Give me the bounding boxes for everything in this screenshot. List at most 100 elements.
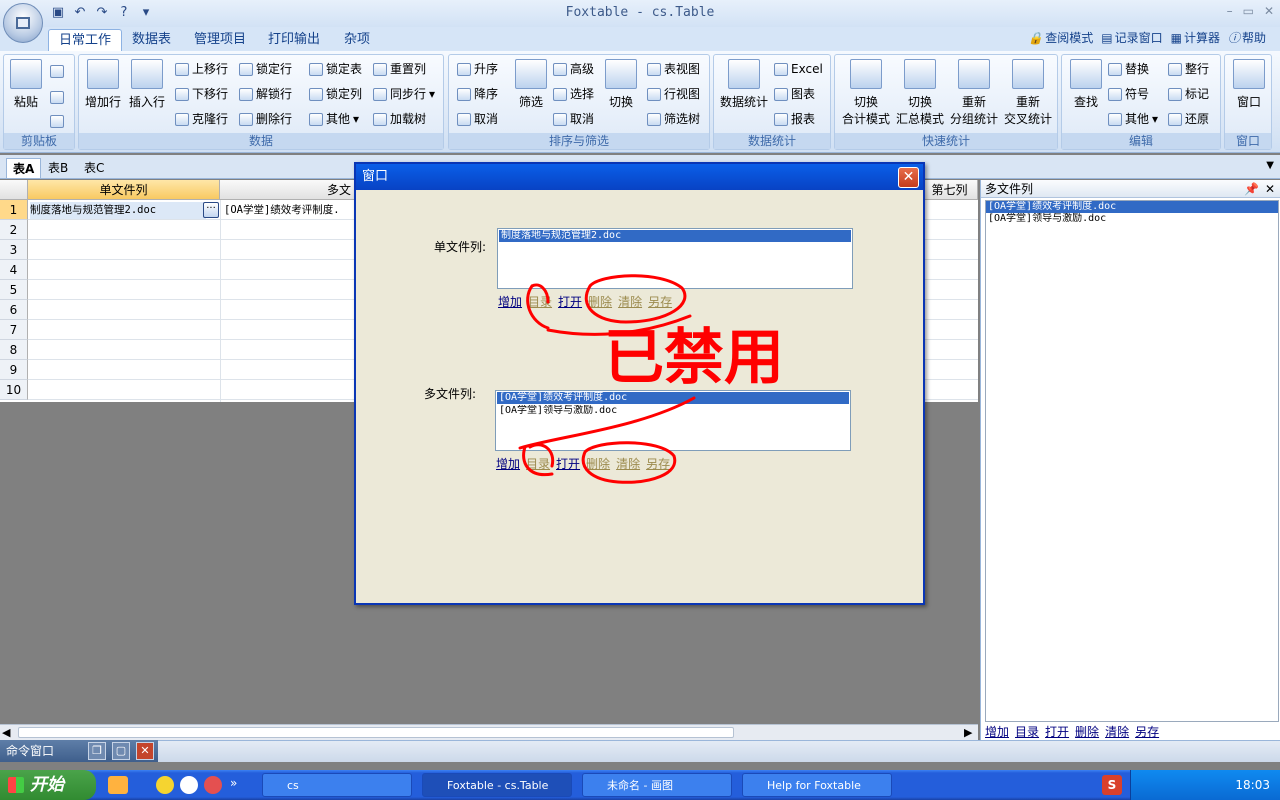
row-header[interactable]: 1 [0,200,28,220]
report-button[interactable]: 报表 [774,109,815,129]
filter-tree-button[interactable]: 筛选树 [647,109,700,129]
list-item[interactable]: 制度落地与规范管理2.doc [499,230,851,242]
row-view-button[interactable]: 行视图 [647,84,700,104]
list-item[interactable]: [OA学堂]绩效考评制度.doc [497,392,849,404]
scroll-left-icon[interactable]: ◀ [2,726,10,739]
taskbar-item[interactable]: Foxtable - cs.Table [422,773,572,797]
regroup-stats-button[interactable]: 重新 分组统计 [947,59,1001,127]
sheet-tab-c[interactable]: 表C [78,158,110,178]
close-window-icon[interactable]: ✕ [1264,4,1274,18]
row-header[interactable]: 4 [0,260,28,280]
close-panel-icon[interactable]: ✕ [1265,180,1275,198]
replace-button[interactable]: 替换 [1108,59,1149,79]
cell-multi-file[interactable]: [OA学堂]绩效考评制度. [224,202,354,219]
clear-link[interactable]: 清除 [1105,723,1129,740]
expand-icon[interactable]: » [230,776,237,790]
insert-row-button[interactable]: 插入行 [125,59,169,110]
list-item[interactable]: [OA学堂]领导与激励.doc [497,405,849,417]
filter-button[interactable]: 筛选 [511,59,551,110]
tab-misc[interactable]: 杂项 [334,29,380,51]
cut-button[interactable] [50,87,64,107]
tab-manage-project[interactable]: 管理项目 [184,29,256,51]
copy-button[interactable] [50,61,64,81]
save-as-link[interactable]: 另存 [1135,723,1159,740]
close-icon[interactable]: ✕ [136,742,154,760]
delete-row-button[interactable]: 删除行 [239,109,292,129]
advanced-filter-button[interactable]: 高级 [553,59,594,79]
unlock-row-button[interactable]: 解锁行 [239,84,292,104]
open-link[interactable]: 打开 [558,293,582,310]
add-link[interactable]: 增加 [985,723,1009,740]
row-header[interactable]: 6 [0,300,28,320]
dialog-titlebar[interactable]: 窗口 [356,164,923,190]
taskbar-item[interactable]: 未命名 - 画图 [582,773,732,797]
quicklaunch-icon[interactable] [108,776,128,794]
sheet-tab-a[interactable]: 表A [6,158,42,178]
paste-button[interactable]: 粘贴 [8,59,44,110]
row-header[interactable]: 8 [0,340,28,360]
lock-table-button[interactable]: 锁定表 [309,59,362,79]
quicklaunch-icon[interactable] [156,776,174,794]
tab-print-output[interactable]: 打印输出 [258,29,330,51]
help-button[interactable]: ⓘ 帮助 [1228,29,1266,46]
list-item[interactable]: [OA学堂]绩效考评制度.doc [986,201,1278,213]
row-header[interactable]: 3 [0,240,28,260]
taskbar-item[interactable]: Help for Foxtable [742,773,892,797]
whole-row-button[interactable]: 整行 [1168,59,1209,79]
ellipsis-button[interactable]: ··· [203,202,219,218]
sort-asc-button[interactable]: 升序 [457,59,498,79]
excel-button[interactable]: Excel [774,59,823,79]
minimize-icon[interactable]: – [1227,4,1233,18]
other-edit-button[interactable]: 其他 ▾ [1108,109,1158,129]
right-file-list[interactable]: [OA学堂]绩效考评制度.doc [OA学堂]领导与激励.doc [985,200,1279,722]
data-stats-button[interactable]: 数据统计 [718,59,770,110]
sort-desc-button[interactable]: 降序 [457,84,498,104]
delete-link[interactable]: 删除 [1075,723,1099,740]
row-header[interactable]: 10 [0,380,28,400]
pin-icon[interactable]: 📌 [1244,180,1259,198]
col-header-multi-file[interactable]: 多文 [220,180,356,200]
record-window-button[interactable]: ▤ 记录窗口 [1101,29,1162,46]
lock-row-button[interactable]: 锁定行 [239,59,292,79]
sheet-tab-dropdown-icon[interactable]: ▼ [1266,160,1274,171]
move-down-button[interactable]: 下移行 [175,84,228,104]
restore-button[interactable]: 还原 [1168,109,1209,129]
scroll-thumb[interactable] [18,727,734,738]
switch-summary-mode-button[interactable]: 切换 汇总模式 [893,59,947,127]
mark-button[interactable]: 标记 [1168,84,1209,104]
sheet-tab-b[interactable]: 表B [42,158,74,178]
add-link[interactable]: 增加 [498,293,522,310]
horizontal-scrollbar[interactable]: ◀ ▶ [0,724,978,740]
command-window-bar[interactable]: 命令窗口 ❐ ▢ ✕ [0,740,158,762]
open-link[interactable]: 打开 [1045,723,1069,740]
quicklaunch-icon[interactable] [180,776,198,794]
eraser-button[interactable] [50,111,64,131]
clone-row-button[interactable]: 克隆行 [175,109,228,129]
row-header[interactable]: 2 [0,220,28,240]
sort-cancel-button[interactable]: 取消 [457,109,498,129]
list-item[interactable]: [OA学堂]领导与激励.doc [986,213,1278,225]
calculator-button[interactable]: ▦ 计算器 [1171,29,1220,46]
scroll-right-icon[interactable]: ▶ [964,726,972,739]
dialog-close-button[interactable]: ✕ [898,167,919,188]
add-link[interactable]: 增加 [496,455,520,472]
cancel-filter-button[interactable]: 取消 [553,109,594,129]
lock-col-button[interactable]: 锁定列 [309,84,362,104]
sync-row-button[interactable]: 同步行 ▾ [373,84,435,104]
tab-data-table[interactable]: 数据表 [122,29,181,51]
maximize-icon[interactable]: ▢ [112,742,130,760]
row-header[interactable]: 5 [0,280,28,300]
lookup-mode-button[interactable]: 🔒 查阅模式 [1028,29,1093,46]
reset-col-button[interactable]: 重置列 [373,59,426,79]
cross-stats-button[interactable]: 重新 交叉统计 [1001,59,1055,127]
other-data-button[interactable]: 其他 ▾ [309,109,359,129]
switch-total-mode-button[interactable]: 切换 合计模式 [839,59,893,127]
chart-button[interactable]: 图表 [774,84,815,104]
tab-daily-work[interactable]: 日常工作 [48,29,123,51]
app-menu-button[interactable] [3,3,43,43]
add-row-button[interactable]: 增加行 [81,59,125,110]
grid-corner[interactable] [0,180,28,200]
directory-link[interactable]: 目录 [1015,723,1039,740]
restore-icon[interactable]: ❐ [88,742,106,760]
select-filter-button[interactable]: 选择 [553,84,594,104]
